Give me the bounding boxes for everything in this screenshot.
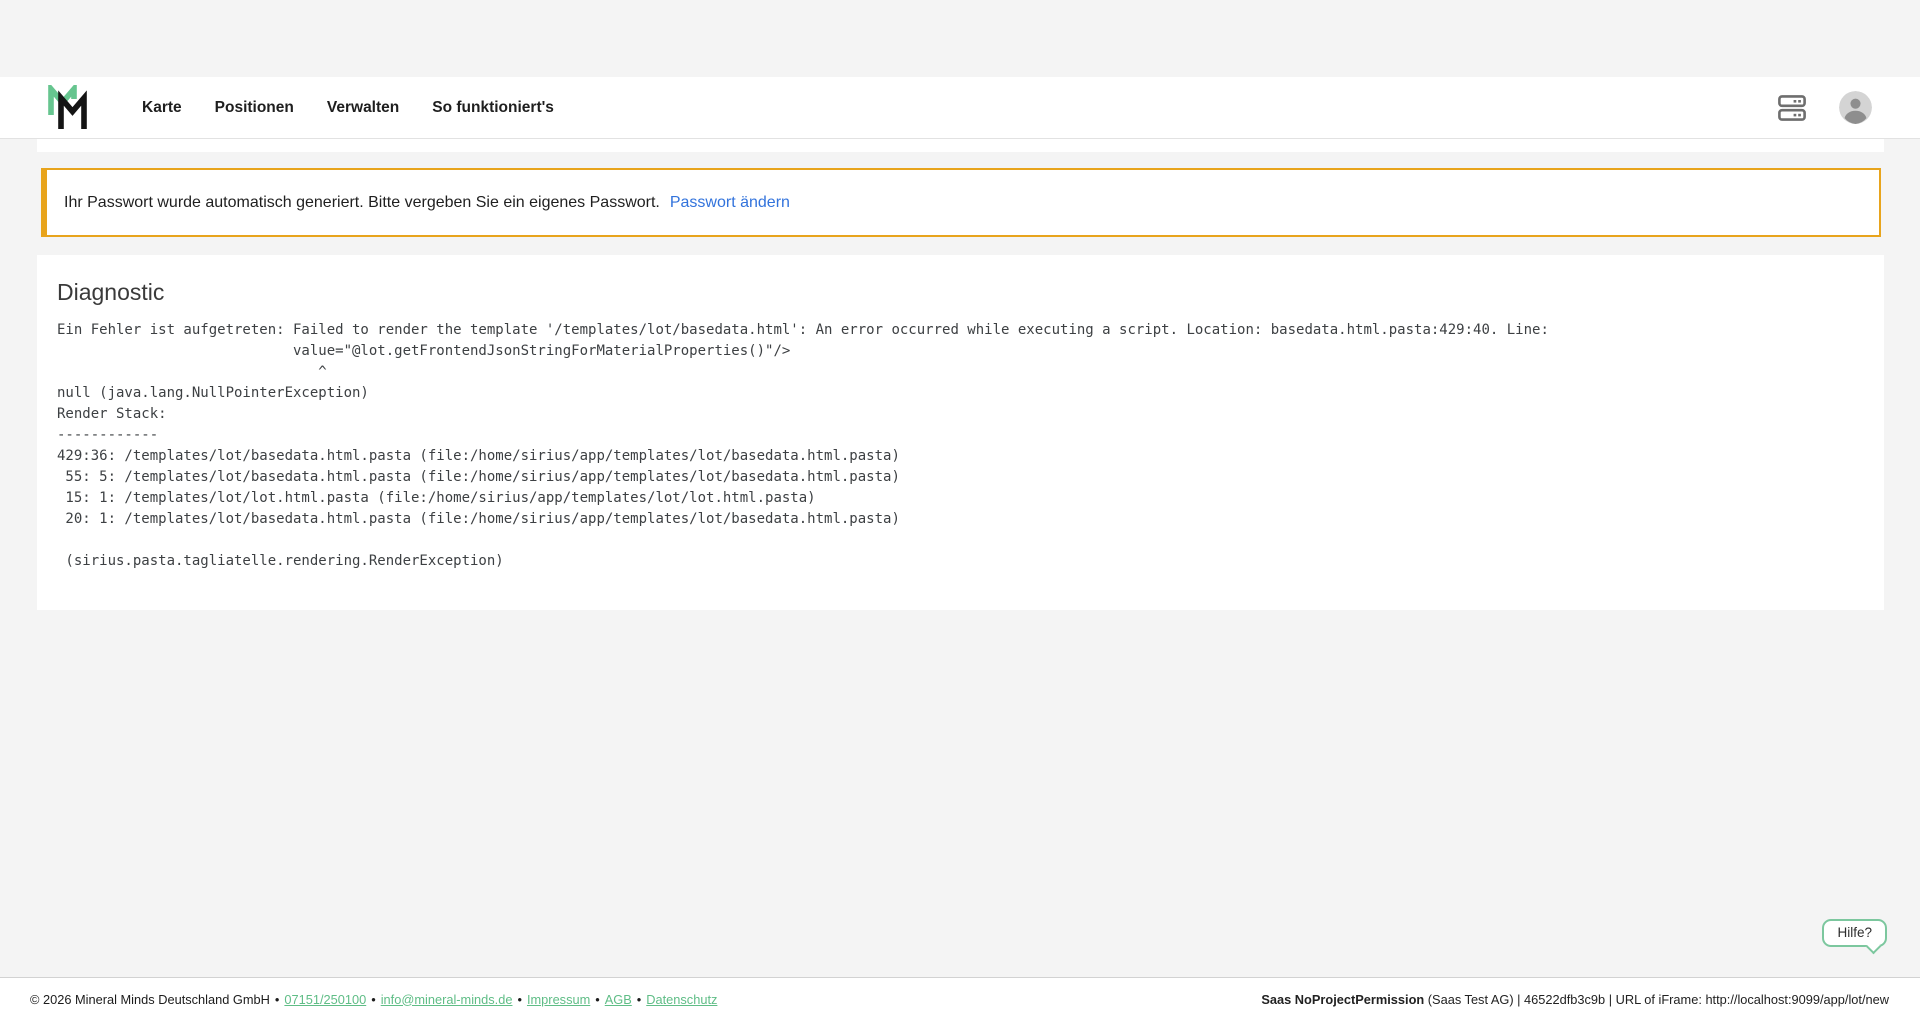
footer-session-details: (Saas Test AG) | 46522dfb3c9b | URL of i… — [1424, 992, 1889, 1007]
footer-separator: • — [275, 992, 279, 1007]
footer-link-impressum[interactable]: Impressum — [527, 992, 590, 1007]
footer-separator: • — [517, 992, 521, 1007]
footer-left: © 2026 Mineral Minds Deutschland GmbH • … — [30, 992, 717, 1007]
nav-item-positionen[interactable]: Positionen — [215, 99, 294, 117]
diagnostic-stacktrace: Ein Fehler ist aufgetreten: Failed to re… — [57, 320, 1864, 572]
nav-item-so-funktionierts[interactable]: So funktioniert's — [432, 99, 554, 117]
user-avatar[interactable] — [1839, 91, 1872, 124]
footer-session-info: Saas NoProjectPermission (Saas Test AG) … — [1261, 992, 1889, 1007]
person-icon — [1839, 91, 1872, 124]
footer-link-phone[interactable]: 07151/250100 — [284, 992, 366, 1007]
nav-item-karte[interactable]: Karte — [142, 99, 182, 117]
top-nav: Karte Positionen Verwalten So funktionie… — [0, 77, 1920, 139]
diagnostic-card: Diagnostic Ein Fehler ist aufgetreten: F… — [37, 255, 1884, 610]
footer-link-datenschutz[interactable]: Datenschutz — [646, 992, 717, 1007]
nav-item-verwalten[interactable]: Verwalten — [327, 99, 399, 117]
change-password-link[interactable]: Passwort ändern — [670, 194, 790, 212]
footer-separator: • — [371, 992, 375, 1007]
footer: © 2026 Mineral Minds Deutschland GmbH • … — [0, 977, 1920, 1020]
brand-logo-icon[interactable] — [48, 85, 88, 131]
footer-link-email[interactable]: info@mineral-minds.de — [381, 992, 513, 1007]
footer-tenant-name: Saas NoProjectPermission — [1261, 992, 1424, 1007]
copyright-text: © 2026 Mineral Minds Deutschland GmbH — [30, 992, 270, 1007]
topbar-right — [1778, 91, 1872, 124]
footer-separator: • — [637, 992, 641, 1007]
server-list-icon[interactable] — [1778, 95, 1806, 121]
password-warning-box: Ihr Passwort wurde automatisch generiert… — [41, 168, 1881, 237]
warning-message: Ihr Passwort wurde automatisch generiert… — [64, 194, 660, 212]
main-nav: Karte Positionen Verwalten So funktionie… — [142, 99, 554, 117]
diagnostic-title: Diagnostic — [57, 279, 1864, 306]
footer-link-agb[interactable]: AGB — [605, 992, 632, 1007]
footer-separator: • — [595, 992, 599, 1007]
